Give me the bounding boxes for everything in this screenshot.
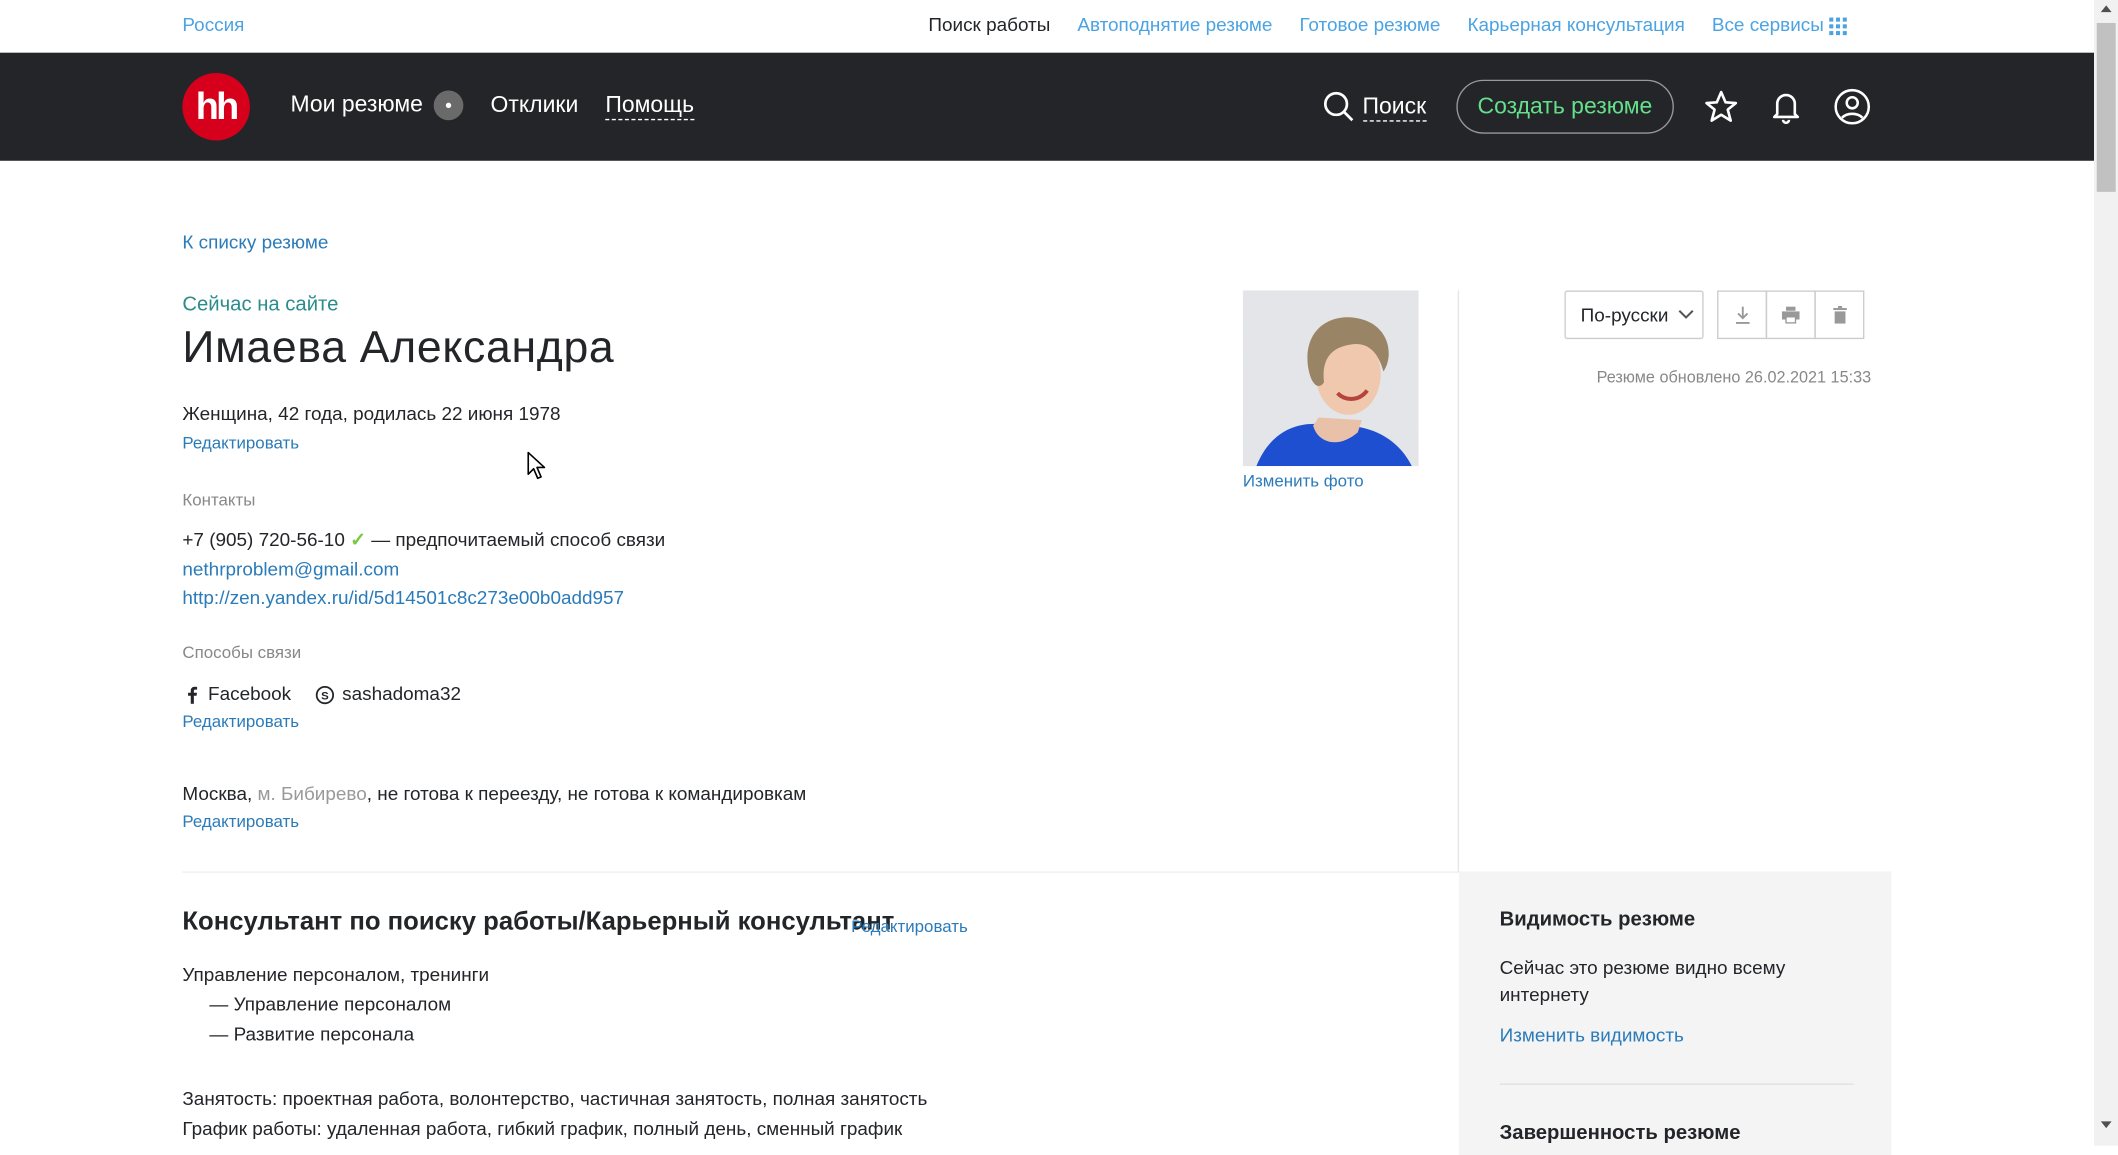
scroll-thumb[interactable] bbox=[2096, 22, 2116, 192]
specialization: Управление персоналом, тренинги bbox=[182, 963, 490, 985]
change-visibility-link[interactable]: Изменить видимость bbox=[1500, 1024, 1684, 1046]
phone-number[interactable]: +7 (905) 720-56-10 bbox=[182, 528, 344, 550]
email-link[interactable]: nethrproblem@gmail.com bbox=[182, 558, 399, 580]
employment-info: Занятость: проектная работа, волонтерств… bbox=[182, 1087, 928, 1110]
check-icon: ✓ bbox=[350, 528, 366, 550]
bell-icon[interactable] bbox=[1768, 89, 1803, 125]
language-select[interactable]: По-русски bbox=[1564, 290, 1704, 340]
download-button[interactable] bbox=[1717, 290, 1768, 340]
edit-personal-link[interactable]: Редактировать bbox=[182, 434, 299, 453]
panel-divider bbox=[1499, 1083, 1854, 1085]
print-icon bbox=[1781, 306, 1800, 324]
print-button[interactable] bbox=[1765, 290, 1816, 340]
chevron-down-icon bbox=[1678, 310, 1694, 319]
profile-photo bbox=[1242, 290, 1419, 467]
top-link-ready-resume[interactable]: Готовое резюме bbox=[1299, 14, 1440, 36]
star-icon[interactable] bbox=[1704, 89, 1739, 124]
phone-note: — предпочитаемый способ связи bbox=[371, 528, 666, 550]
contacts-label: Контакты bbox=[182, 490, 256, 510]
nav-responses[interactable]: Отклики bbox=[490, 92, 578, 119]
all-services-label: Все сервисы bbox=[1711, 13, 1824, 36]
top-bar: Россия Поиск работы Автоподнятие резюме … bbox=[0, 0, 2095, 53]
channels-label: Способы связи bbox=[182, 643, 302, 662]
my-resumes-label: Мои резюме bbox=[290, 91, 423, 117]
top-link-auto-raise[interactable]: Автоподнятие резюме bbox=[1077, 14, 1272, 36]
scroll-down-icon[interactable] bbox=[2100, 1121, 2112, 1129]
position-title: Консультант по поиску работы/Карьерный к… bbox=[182, 907, 895, 937]
column-divider bbox=[1457, 290, 1460, 872]
user-icon[interactable] bbox=[1833, 88, 1871, 126]
visibility-text: Сейчас это резюме видно всему интернету bbox=[1499, 956, 1786, 1006]
skype-label[interactable]: sashadoma32 bbox=[342, 682, 461, 704]
phone-row: +7 (905) 720-56-10 ✓ — предпочитаемый сп… bbox=[182, 528, 665, 551]
change-photo-link[interactable]: Изменить фото bbox=[1243, 471, 1364, 490]
search-icon bbox=[1323, 91, 1353, 122]
nav-help[interactable]: Помощь bbox=[605, 91, 695, 120]
download-icon bbox=[1735, 306, 1749, 324]
candidate-name: Имаева Александра bbox=[182, 321, 615, 372]
website-link[interactable]: http://zen.yandex.ru/id/5d14501c8c273e00… bbox=[182, 586, 624, 608]
notification-dot-icon bbox=[433, 90, 464, 121]
grid-icon bbox=[1829, 17, 1847, 35]
skype-icon: S bbox=[316, 685, 335, 704]
completeness-title: Завершенность резюме bbox=[1499, 1121, 1741, 1145]
spec-item: — Развитие персонала bbox=[209, 1022, 415, 1045]
top-link-all-services[interactable]: Все сервисы bbox=[1711, 13, 1847, 36]
personal-info: Женщина, 42 года, родилась 22 июня 1978 bbox=[182, 402, 561, 425]
top-link-career-consult[interactable]: Карьерная консультация bbox=[1467, 14, 1684, 36]
schedule-info: График работы: удаленная работа, гибкий … bbox=[182, 1117, 903, 1139]
search-button[interactable]: Поиск bbox=[1322, 91, 1427, 123]
hh-logo[interactable]: hh bbox=[182, 72, 250, 141]
facebook-label[interactable]: Facebook bbox=[208, 682, 291, 704]
create-resume-button[interactable]: Создать резюме bbox=[1455, 79, 1674, 134]
location-row: Москва, м. Бибирево, не готова к переезд… bbox=[182, 782, 806, 804]
edit-channels-link[interactable]: Редактировать bbox=[182, 712, 299, 731]
main-nav: hh Мои резюме Отклики Помощь Поиск Созда… bbox=[0, 52, 2095, 161]
top-links: Поиск работы Автоподнятие резюме Готовое… bbox=[928, 13, 1847, 36]
resume-controls: По-русски bbox=[1564, 290, 1865, 340]
city: Москва, bbox=[182, 782, 253, 804]
search-label: Поиск bbox=[1362, 93, 1427, 121]
nav-my-resumes[interactable]: Мои резюме bbox=[290, 90, 464, 121]
edit-position-link[interactable]: Редактировать bbox=[851, 917, 968, 936]
visibility-title: Видимость резюме bbox=[1499, 907, 1696, 931]
top-link-job-search[interactable]: Поиск работы bbox=[928, 14, 1050, 36]
region-link[interactable]: Россия bbox=[182, 14, 244, 36]
metro-station: м. Бибирево bbox=[257, 782, 367, 804]
delete-button[interactable] bbox=[1814, 290, 1865, 340]
resume-updated-date: Резюме обновлено 26.02.2021 15:33 bbox=[1596, 367, 1872, 387]
channels-row: Facebook Ssashadoma32 bbox=[182, 682, 461, 705]
trash-icon bbox=[1832, 306, 1847, 324]
relocation-info: , не готова к переезду, не готова к кома… bbox=[366, 782, 807, 804]
back-to-resumes-link[interactable]: К списку резюме bbox=[182, 231, 328, 253]
spec-item: — Управление персоналом bbox=[209, 992, 452, 1015]
language-value: По-русски bbox=[1580, 303, 1669, 326]
scroll-up-icon[interactable] bbox=[2100, 5, 2112, 13]
online-status: Сейчас на сайте bbox=[182, 293, 339, 317]
facebook-icon bbox=[188, 687, 198, 705]
edit-location-link[interactable]: Редактировать bbox=[182, 812, 299, 831]
mouse-cursor-icon bbox=[527, 451, 546, 480]
svg-text:S: S bbox=[321, 690, 329, 702]
